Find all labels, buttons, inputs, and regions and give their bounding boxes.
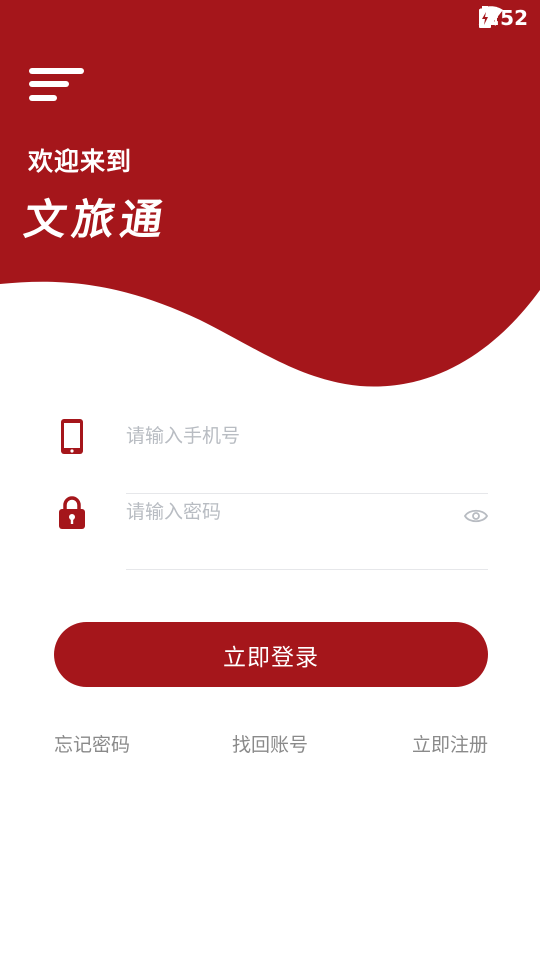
status-bar: 3:52 [478,6,528,30]
password-underline [126,569,488,570]
battery-charging-icon [479,6,492,28]
lock-icon [59,496,85,529]
password-input[interactable] [126,492,488,532]
header-banner: 3:52 欢迎来到 文旅通 [0,0,540,400]
login-button[interactable]: 立即登录 [54,622,488,687]
eye-icon[interactable] [464,508,488,524]
phone-input[interactable] [126,416,488,456]
register-link[interactable]: 立即注册 [412,730,488,757]
menu-button[interactable] [29,66,85,106]
brand-logo-text: 文旅通 [21,195,173,244]
recover-account-link[interactable]: 找回账号 [232,730,308,757]
forgot-password-link[interactable]: 忘记密码 [54,730,130,757]
password-field [54,492,488,570]
welcome-text: 欢迎来到 [28,147,133,176]
phone-field [54,416,488,494]
phone-icon [61,419,83,454]
footer-links: 忘记密码 找回账号 立即注册 [54,730,488,758]
